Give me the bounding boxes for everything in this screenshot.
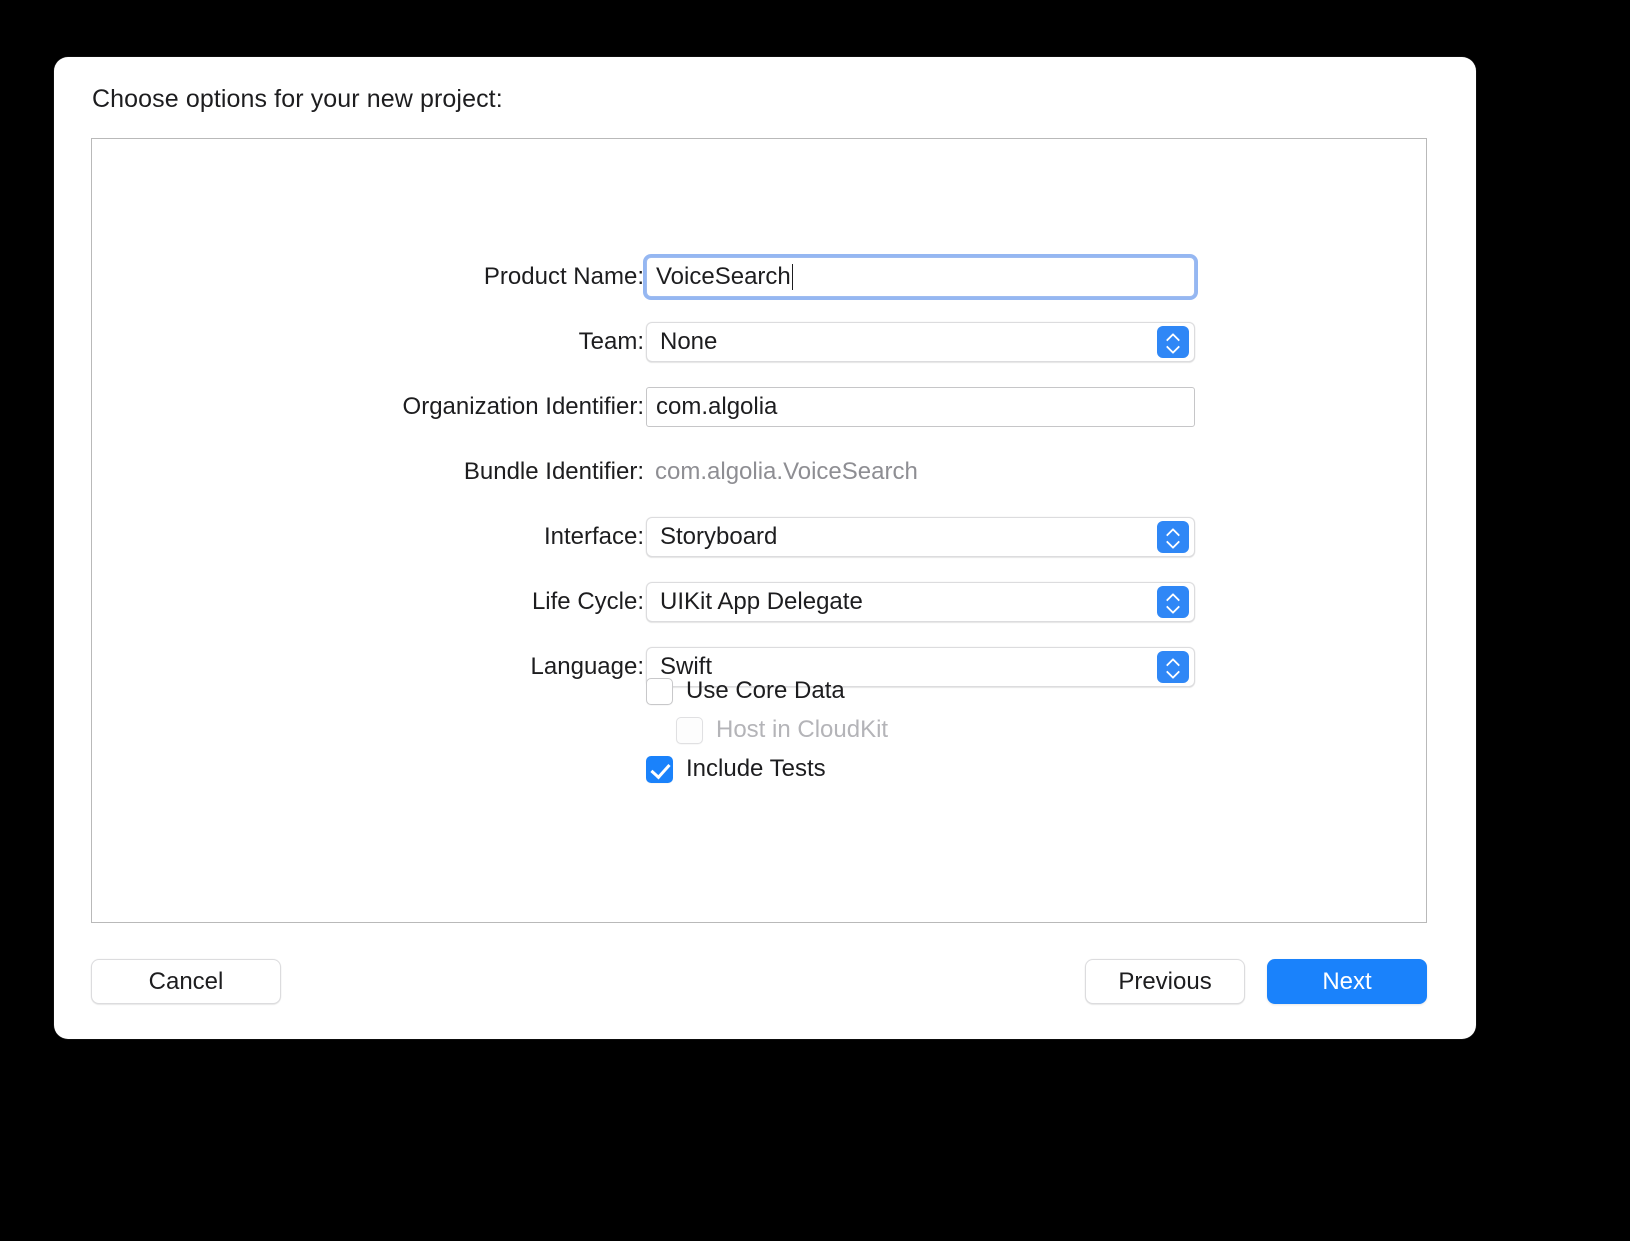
checkbox-icon[interactable] [646, 677, 673, 705]
chevron-down-icon [1167, 344, 1180, 351]
checkbox-label: Use Core Data [686, 677, 845, 704]
text-caret [791, 264, 794, 290]
new-project-options-dialog: Choose options for your new project: Pro… [54, 57, 1476, 1039]
screen-backdrop: Choose options for your new project: Pro… [0, 0, 1630, 1241]
stepper-arrows-icon[interactable] [1157, 586, 1189, 618]
field-label: Interface: [543, 523, 644, 550]
field-area: None [646, 322, 1195, 362]
popup-button[interactable]: UIKit App Delegate [646, 582, 1195, 622]
field-label: Product Name: [483, 263, 644, 290]
popup-selected-value: UIKit App Delegate [660, 588, 863, 615]
checkbox-row[interactable]: Include Tests [646, 751, 1246, 787]
stepper-arrows-icon[interactable] [1157, 521, 1189, 553]
page-title: Choose options for your new project: [92, 85, 503, 113]
field-label: Bundle Identifier: [463, 458, 644, 485]
previous-button[interactable]: Previous [1085, 959, 1245, 1004]
text-input[interactable]: VoiceSearch [646, 257, 1195, 297]
next-button[interactable]: Next [1267, 959, 1427, 1004]
chevron-down-icon [1167, 604, 1180, 611]
popup-button[interactable]: Storyboard [646, 517, 1195, 557]
field-area: com.algolia [646, 387, 1195, 427]
form-row: Product Name: VoiceSearch [92, 257, 1426, 297]
popup-button[interactable]: None [646, 322, 1195, 362]
checkmark-icon[interactable] [646, 755, 673, 783]
form-row: Life Cycle: UIKit App Delegate [92, 582, 1426, 622]
checkbox-label: Include Tests [686, 755, 826, 782]
popup-selected-value: Storyboard [660, 523, 778, 550]
options-checkbox-group: Use Core Data Host in CloudKit Include Tes… [646, 673, 1246, 790]
cancel-button[interactable]: Cancel [91, 959, 281, 1004]
field-label: Life Cycle: [531, 588, 644, 615]
form-row: Team: None [92, 322, 1426, 362]
field-area: Storyboard [646, 517, 1195, 557]
checkbox-row: Host in CloudKit [676, 712, 1246, 748]
text-input[interactable]: com.algolia [646, 387, 1195, 427]
readonly-value: com.algolia.VoiceSearch [655, 458, 918, 485]
field-label: Language: [530, 653, 644, 680]
form-row: Bundle Identifier: com.algolia.VoiceSearc… [92, 452, 1426, 492]
field-area: VoiceSearch [646, 257, 1195, 297]
form-row: Organization Identifier: com.algolia [92, 387, 1426, 427]
field-label: Team: [578, 328, 644, 355]
input-value: VoiceSearch [656, 263, 791, 290]
options-content-panel: Product Name: VoiceSearch Team: None Organiz… [91, 138, 1427, 923]
stepper-arrows-icon[interactable] [1157, 326, 1189, 358]
chevron-down-icon [1167, 539, 1180, 546]
checkbox-icon [676, 716, 703, 744]
field-label: Organization Identifier: [402, 393, 644, 420]
checkbox-row[interactable]: Use Core Data [646, 673, 1246, 709]
form-row: Interface: Storyboard [92, 517, 1426, 557]
input-value: com.algolia [656, 393, 778, 420]
field-area: com.algolia.VoiceSearch [646, 452, 1195, 492]
project-options-form: Product Name: VoiceSearch Team: None Organiz… [92, 257, 1426, 712]
checkbox-label: Host in CloudKit [716, 716, 889, 743]
field-area: UIKit App Delegate [646, 582, 1195, 622]
popup-selected-value: None [660, 328, 718, 355]
dialog-footer: Cancel Previous Next [91, 959, 1427, 1007]
